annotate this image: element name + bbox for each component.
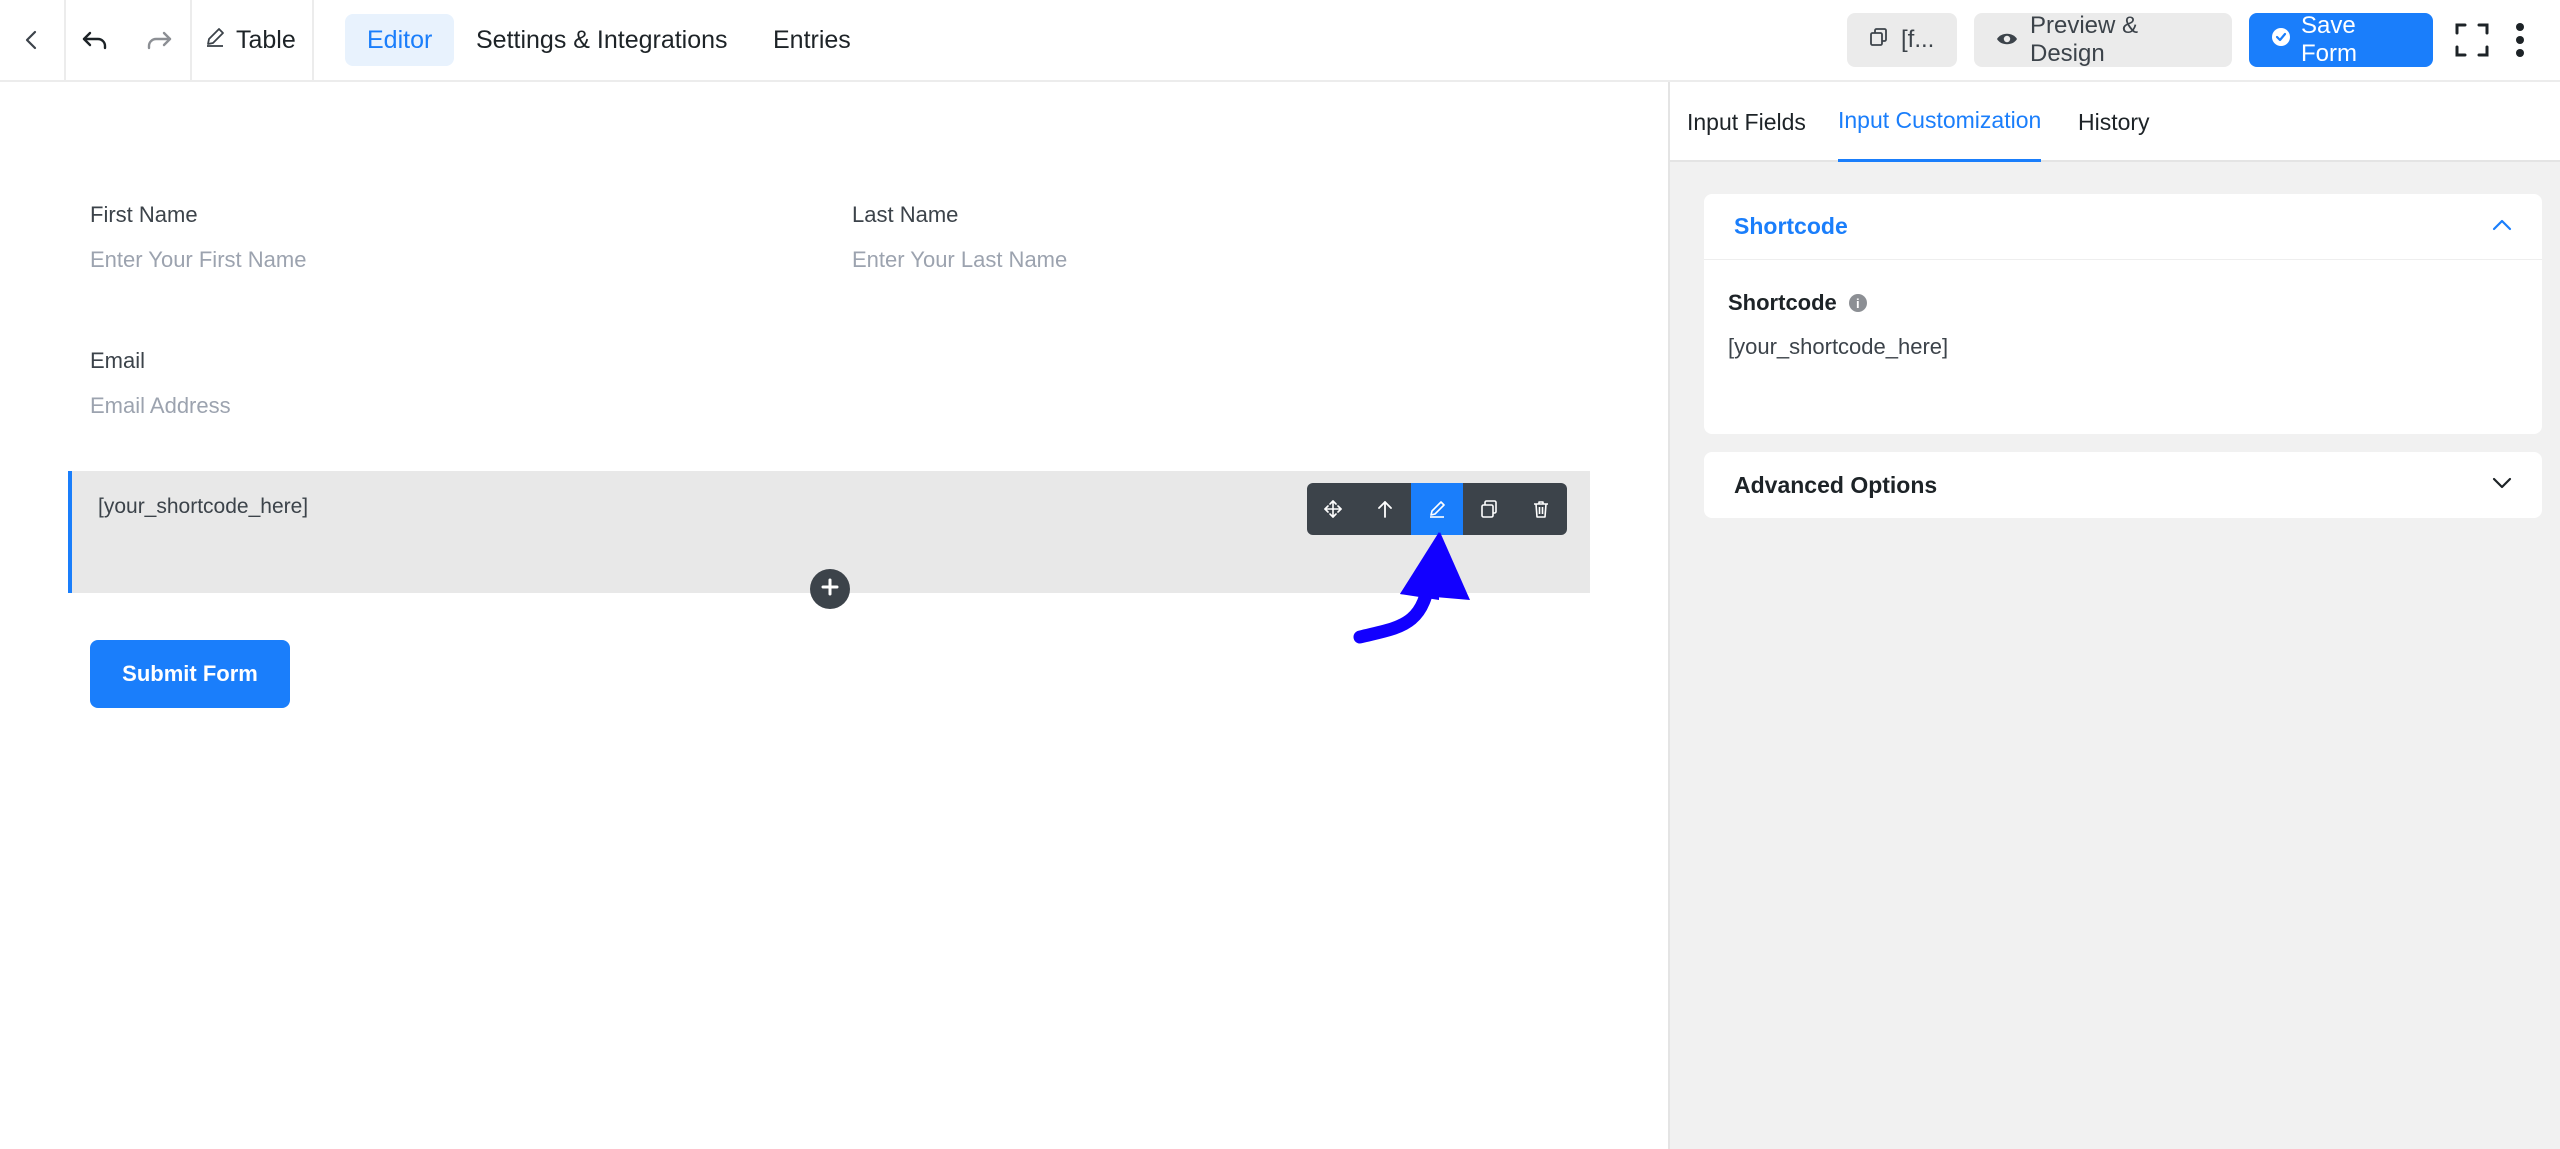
shortcode-field-text: [your_shortcode_here] xyxy=(98,495,309,518)
move-up-icon[interactable] xyxy=(1359,483,1411,535)
email-field[interactable]: Email Address xyxy=(90,393,231,419)
tab-input-customization[interactable]: Input Customization xyxy=(1838,82,2042,162)
eye-icon xyxy=(1996,26,2018,54)
divider xyxy=(190,0,192,80)
preview-design-button[interactable]: Preview & Design xyxy=(1974,12,2232,67)
shortcode-value[interactable]: [your_shortcode_here] xyxy=(1728,334,1948,360)
shortcode-field-label: Shortcode i xyxy=(1728,290,1867,316)
tab-entries[interactable]: Entries xyxy=(751,14,873,66)
top-bar: Table Editor Settings & Integrations Ent… xyxy=(0,0,2560,82)
shortcode-section-header[interactable]: Shortcode xyxy=(1704,194,2542,260)
chevron-down-icon xyxy=(2492,476,2512,494)
form-title[interactable]: Table xyxy=(204,0,296,80)
info-icon[interactable]: i xyxy=(1848,294,1867,312)
edit-icon[interactable] xyxy=(1411,483,1463,535)
fullscreen-icon[interactable] xyxy=(2448,0,2496,80)
trash-icon[interactable] xyxy=(1515,483,1567,535)
redo-icon[interactable] xyxy=(130,0,188,80)
email-label: Email xyxy=(90,348,146,373)
preview-design-label: Preview & Design xyxy=(2030,12,2139,67)
last-name-field[interactable]: Enter Your Last Name xyxy=(852,247,1067,273)
check-circle-icon xyxy=(2271,26,2291,54)
field-toolbar xyxy=(1307,483,1567,535)
advanced-options-header[interactable]: Advanced Options xyxy=(1704,452,2542,518)
more-menu-icon[interactable] xyxy=(2502,0,2538,80)
save-form-button[interactable]: Save Form xyxy=(2249,12,2433,67)
submit-form-button[interactable]: Submit Form xyxy=(90,640,290,708)
shortcode-copy-label: [f... xyxy=(1901,26,1935,53)
panel-tabs: Input Fields Input Customization History xyxy=(1670,82,2560,162)
form-title-text: Table xyxy=(236,25,296,54)
plus-icon xyxy=(820,577,840,602)
shortcode-section: Shortcode Shortcode i [your_shortcode_he… xyxy=(1704,194,2542,434)
last-name-label: Last Name xyxy=(852,202,959,227)
first-name-field[interactable]: Enter Your First Name xyxy=(90,247,306,273)
advanced-options-title: Advanced Options xyxy=(1734,471,1938,498)
duplicate-icon[interactable] xyxy=(1463,483,1515,535)
first-name-label: First Name xyxy=(90,202,198,227)
shortcode-label-text: Shortcode xyxy=(1728,290,1837,315)
tab-settings-integrations[interactable]: Settings & Integrations xyxy=(454,14,750,66)
shortcode-copy-button[interactable]: [f... xyxy=(1847,13,1957,67)
move-icon[interactable] xyxy=(1307,483,1359,535)
copy-icon xyxy=(1869,26,1889,54)
back-icon[interactable] xyxy=(0,0,64,80)
tab-editor[interactable]: Editor xyxy=(345,14,455,66)
chevron-up-icon xyxy=(2492,218,2512,236)
shortcode-section-title: Shortcode xyxy=(1734,213,1848,239)
tab-input-fields[interactable]: Input Fields xyxy=(1687,82,1806,162)
settings-panel: Input Fields Input Customization History… xyxy=(1668,82,2560,1149)
save-form-label: Save Form xyxy=(2301,12,2357,67)
divider xyxy=(312,0,314,80)
tab-history[interactable]: History xyxy=(2078,82,2150,162)
annotation-arrow xyxy=(1353,532,1470,644)
advanced-options-section[interactable]: Advanced Options xyxy=(1704,452,2542,518)
undo-icon[interactable] xyxy=(66,0,124,80)
form-canvas: First Name Enter Your First Name Last Na… xyxy=(0,82,1668,1149)
pencil-icon xyxy=(204,26,226,55)
add-field-button[interactable] xyxy=(810,569,850,609)
